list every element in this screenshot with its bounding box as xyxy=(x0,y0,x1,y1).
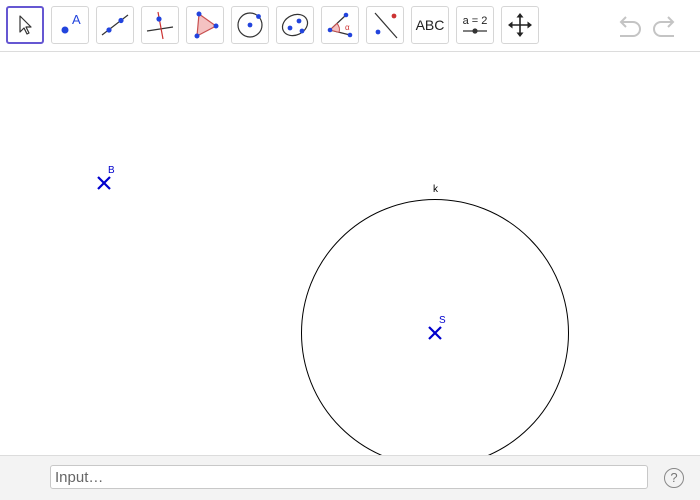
algebra-input-field[interactable] xyxy=(50,465,648,489)
text-tool-label: ABC xyxy=(415,17,445,33)
input-bar: ? xyxy=(0,455,700,500)
redo-button[interactable] xyxy=(650,14,680,40)
polygon-icon xyxy=(194,11,219,39)
undo-icon xyxy=(619,16,641,37)
perpendicular-line-icon xyxy=(146,11,174,40)
graphics-view[interactable]: k B S xyxy=(0,53,700,467)
graphics-canvas[interactable]: k B S xyxy=(0,53,700,467)
move-tool-button[interactable] xyxy=(6,6,44,44)
slider-icon xyxy=(463,28,487,34)
slider-tool-button[interactable]: a = 2 xyxy=(456,6,494,44)
point-tool-button[interactable]: A xyxy=(51,6,89,44)
text-tool-button[interactable]: ABC xyxy=(411,6,449,44)
point-s-label: S xyxy=(439,315,446,326)
angle-icon: α xyxy=(327,12,353,38)
angle-tool-button[interactable]: α xyxy=(321,6,359,44)
slider-tool-label: a = 2 xyxy=(462,15,488,27)
help-icon: ? xyxy=(670,470,678,485)
circle-with-center-icon xyxy=(237,12,263,38)
reflect-tool-button[interactable] xyxy=(366,6,404,44)
perpendicular-line-tool-button[interactable] xyxy=(141,6,179,44)
point-b[interactable] xyxy=(97,176,111,190)
ellipse-icon xyxy=(281,13,309,37)
move-arrows-icon xyxy=(508,13,532,37)
polygon-tool-button[interactable] xyxy=(186,6,224,44)
line-through-two-points-icon xyxy=(101,14,129,36)
redo-icon xyxy=(653,16,675,37)
circle-k-label: k xyxy=(433,184,439,195)
circle-center-point-tool-button[interactable] xyxy=(231,6,269,44)
point-icon: A xyxy=(61,12,81,34)
toolbar: A α ABC a = 2 xyxy=(0,0,700,52)
circle-k[interactable] xyxy=(301,199,569,467)
line-tool-button[interactable] xyxy=(96,6,134,44)
reflect-about-line-icon xyxy=(374,12,398,39)
help-button[interactable]: ? xyxy=(664,468,684,488)
cursor-arrow-icon xyxy=(19,15,32,35)
move-graphics-view-tool-button[interactable] xyxy=(501,6,539,44)
angle-tool-label: α xyxy=(345,23,350,32)
point-tool-label: A xyxy=(72,12,81,27)
undo-button[interactable] xyxy=(614,14,644,40)
point-s[interactable] xyxy=(428,326,442,340)
point-b-label: B xyxy=(108,165,115,176)
ellipse-tool-button[interactable] xyxy=(276,6,314,44)
